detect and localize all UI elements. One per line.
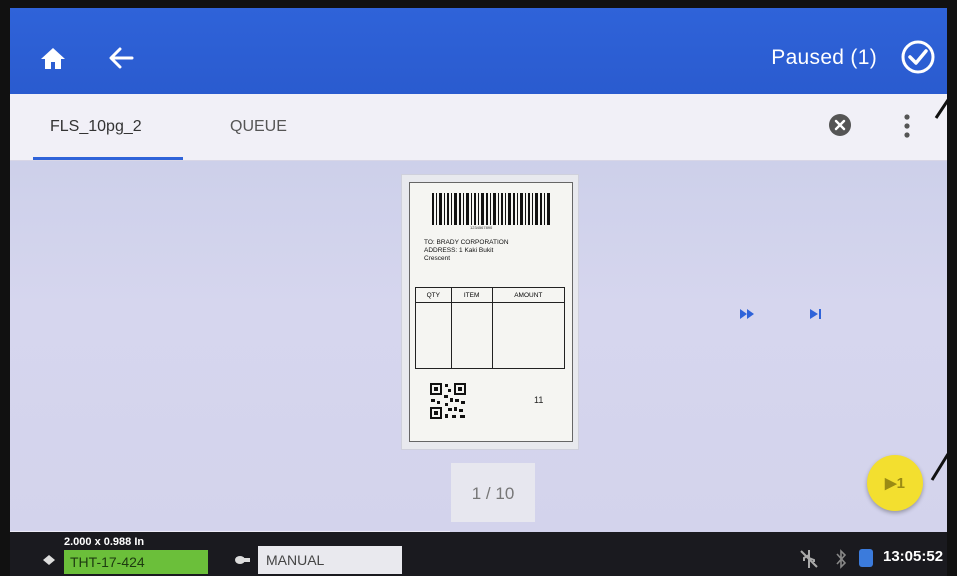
table-cell [450,302,493,369]
status-bar: 2.000 x 0.988 In THT-17-424 MANUAL 13:05… [10,532,947,576]
table-header: QTY [415,287,452,303]
qty-value: 11 [534,395,544,405]
label-media-icon [43,555,55,565]
address-line: TO: BRADY CORPORATION [424,239,509,246]
pointer-icon [934,93,954,119]
pointer-icon [930,453,950,481]
print-status: Paused (1) [771,46,877,69]
label-preview[interactable]: 1234567890 TO: BRADY CORPORATION ADDRESS… [402,175,578,449]
total-pages: / 10 [485,484,515,503]
address-line: Crescent [424,255,451,262]
active-tab-indicator [33,157,183,160]
skip-to-end-icon[interactable] [810,309,822,319]
tab-file[interactable]: FLS_10pg_2 [50,118,142,136]
label-content: 1234567890 TO: BRADY CORPORATION ADDRESS… [409,182,573,442]
table-header: AMOUNT [491,287,566,303]
usb-disconnected-icon [800,550,818,568]
table-cell [491,302,566,369]
home-icon[interactable] [40,46,66,70]
printer-screen: Paused (1) FLS_10pg_2 QUEUE 1234567890 T… [10,8,947,576]
address-block: TO: BRADY CORPORATION ADDRESS: 1 Kaki Bu… [424,239,564,263]
qr-code-image [428,381,468,421]
back-arrow-icon[interactable] [108,46,134,70]
table-cell [415,302,452,369]
label-preview-area: 1234567890 TO: BRADY CORPORATION ADDRESS… [10,161,947,531]
more-options-icon[interactable] [902,112,912,140]
ribbon-icon [235,556,250,564]
cancel-job-icon[interactable] [828,113,852,137]
print-button[interactable]: ▶1 [867,455,923,511]
media-dimensions: 2.000 x 0.988 In [64,536,145,548]
check-circle-icon[interactable] [901,40,935,74]
fast-forward-icon[interactable] [740,309,754,319]
bluetooth-icon [836,549,847,569]
address-line: ADDRESS: 1 Kaki Bukit [424,247,494,254]
items-table: QTY ITEM AMOUNT [415,287,566,369]
table-header: ITEM [450,287,493,303]
barcode-number: 1234567890 [470,225,493,230]
top-app-bar: Paused (1) [10,8,947,94]
ribbon-mode[interactable]: MANUAL [258,546,402,574]
ribbon-level-icon [859,549,873,567]
barcode-image [432,193,550,225]
tab-bar: FLS_10pg_2 QUEUE [10,94,947,161]
clock: 13:05:52 [883,548,944,565]
tab-queue[interactable]: QUEUE [230,118,287,136]
current-page: 1 [471,484,482,503]
media-part-number[interactable]: THT-17-424 [64,550,208,574]
page-indicator[interactable]: 1 / 10 [451,463,535,527]
